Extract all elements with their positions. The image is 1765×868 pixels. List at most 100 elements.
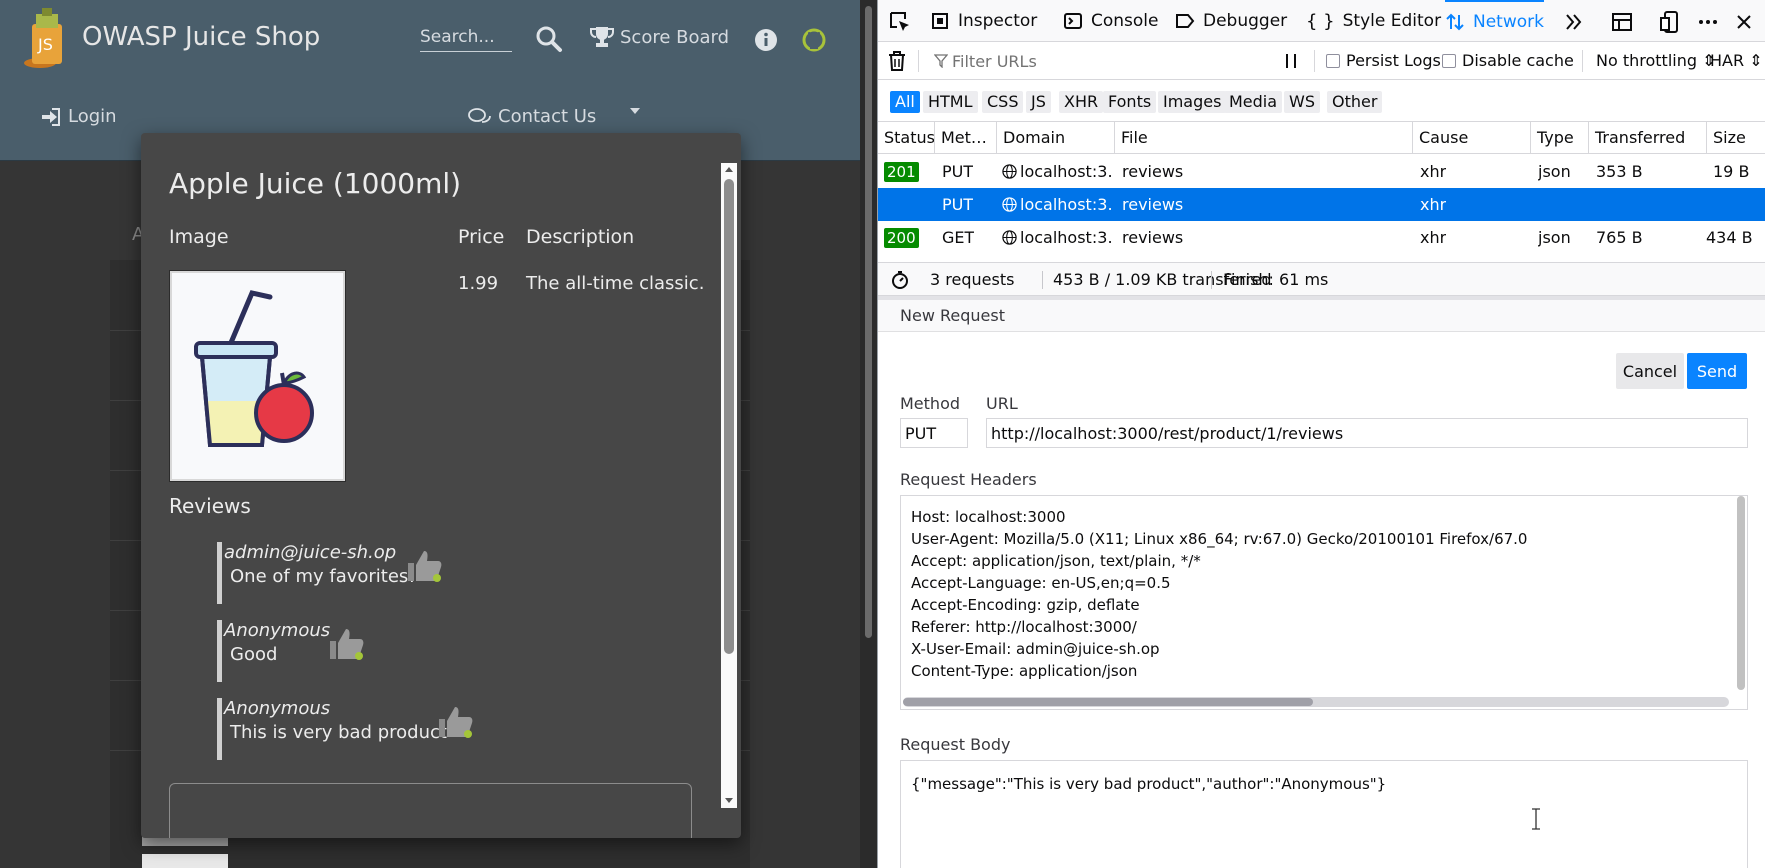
nav-dropdown-button[interactable] bbox=[622, 100, 648, 134]
table-row[interactable]: 200 GET localhost:3… reviews xhr json 76… bbox=[878, 221, 1765, 254]
dialog-scrollbar[interactable] bbox=[721, 163, 737, 808]
page-scrollbar[interactable] bbox=[860, 0, 877, 868]
type-filter-css[interactable]: CSS bbox=[982, 91, 1024, 113]
request-domain: localhost:3… bbox=[1020, 162, 1112, 181]
more-options-icon[interactable] bbox=[1696, 10, 1720, 34]
tab-inspector[interactable]: Inspector bbox=[930, 0, 1037, 42]
review-message: One of my favorites! bbox=[230, 566, 416, 587]
type-filter-ws[interactable]: WS bbox=[1284, 91, 1320, 113]
request-body-textarea[interactable]: {"message":"This is very bad product","a… bbox=[900, 760, 1748, 868]
type-filter-html[interactable]: HTML bbox=[923, 91, 978, 113]
product-description: The all-time classic. bbox=[526, 273, 705, 294]
app-title[interactable]: OWASP Juice Shop bbox=[82, 22, 320, 52]
debugger-icon bbox=[1176, 14, 1195, 28]
disable-cache-checkbox[interactable]: Disable cache bbox=[1442, 51, 1574, 70]
split-console-icon[interactable] bbox=[1610, 10, 1634, 34]
request-transferred: 353 B bbox=[1596, 162, 1643, 181]
request-size: 434 B bbox=[1706, 228, 1753, 247]
type-filter-xhr[interactable]: XHR bbox=[1059, 91, 1104, 113]
tab-label: Style Editor bbox=[1342, 11, 1442, 31]
dialog-scrollbar-thumb[interactable] bbox=[724, 179, 734, 654]
send-button[interactable]: Send bbox=[1687, 353, 1747, 389]
column-transferred[interactable]: Transferred bbox=[1588, 122, 1706, 154]
filter-urls-input[interactable] bbox=[930, 46, 1310, 76]
table-row[interactable]: 201 PUT localhost:3… reviews xhr json 35… bbox=[878, 155, 1765, 188]
request-type: json bbox=[1538, 228, 1571, 247]
product-image bbox=[169, 270, 346, 482]
column-domain[interactable]: Domain bbox=[996, 122, 1114, 154]
headers-horizontal-scrollbar[interactable] bbox=[903, 697, 1729, 707]
info-icon[interactable] bbox=[754, 28, 778, 52]
column-file[interactable]: File bbox=[1114, 122, 1412, 154]
scrollbar-thumb[interactable] bbox=[903, 698, 1313, 706]
console-icon bbox=[1064, 13, 1082, 29]
request-size: 19 B bbox=[1713, 162, 1750, 181]
close-icon[interactable] bbox=[1732, 10, 1756, 34]
thumbs-up-icon[interactable] bbox=[437, 701, 477, 741]
scrollbar-thumb[interactable] bbox=[1737, 496, 1745, 690]
tab-network[interactable]: Network bbox=[1445, 0, 1544, 42]
request-domain-cell: localhost:3… bbox=[1002, 188, 1112, 221]
url-field[interactable] bbox=[986, 418, 1748, 448]
request-headers-textarea[interactable]: Host: localhost:3000 User-Agent: Mozilla… bbox=[900, 495, 1748, 710]
trash-icon[interactable] bbox=[886, 49, 908, 73]
scroll-down-arrow-icon[interactable] bbox=[723, 794, 735, 808]
type-filter-other[interactable]: Other bbox=[1327, 91, 1383, 113]
braces-icon: { } bbox=[1306, 10, 1335, 32]
responsive-design-icon[interactable] bbox=[1658, 10, 1682, 34]
persist-logs-checkbox[interactable]: Persist Logs bbox=[1326, 51, 1441, 70]
column-type[interactable]: Type bbox=[1530, 122, 1588, 154]
globe-icon bbox=[1002, 197, 1017, 212]
dialog-content: Apple Juice (1000ml) Image Price Descrip… bbox=[141, 133, 721, 838]
column-header-image: Image bbox=[169, 226, 229, 248]
type-filter-js[interactable]: JS bbox=[1026, 91, 1051, 113]
column-cause[interactable]: Cause bbox=[1412, 122, 1530, 154]
request-cause: xhr bbox=[1420, 195, 1447, 214]
tab-style-editor[interactable]: { } Style Editor bbox=[1306, 0, 1441, 42]
pause-icon[interactable] bbox=[1280, 50, 1302, 72]
search-input[interactable] bbox=[420, 22, 512, 52]
login-link[interactable]: Login bbox=[40, 106, 117, 127]
tab-debugger[interactable]: Debugger bbox=[1175, 0, 1287, 42]
column-size[interactable]: Size bbox=[1706, 122, 1765, 154]
type-filter-fonts[interactable]: Fonts bbox=[1103, 91, 1157, 113]
score-board-link[interactable]: Score Board bbox=[590, 26, 729, 48]
search-icon[interactable] bbox=[534, 24, 564, 54]
checkbox-box bbox=[1442, 53, 1456, 68]
juice-shop-logo-icon[interactable]: JS bbox=[22, 6, 80, 70]
status-badge: 201 bbox=[884, 162, 919, 182]
request-type-filter: All HTML CSS JS XHR Fonts Images Media W… bbox=[878, 80, 1765, 122]
contact-us-link[interactable]: Contact Us bbox=[468, 106, 596, 127]
type-filter-media[interactable]: Media bbox=[1224, 91, 1283, 113]
thumbs-up-icon[interactable] bbox=[406, 545, 446, 585]
table-row-selected[interactable]: PUT localhost:3… reviews xhr bbox=[878, 188, 1765, 221]
tab-console[interactable]: Console bbox=[1063, 0, 1159, 42]
thumbs-up-icon[interactable] bbox=[328, 623, 368, 663]
product-details-dialog: Apple Juice (1000ml) Image Price Descrip… bbox=[141, 133, 741, 838]
cancel-button[interactable]: Cancel bbox=[1616, 353, 1684, 389]
inspector-icon bbox=[932, 13, 948, 29]
header-line: User-Agent: Mozilla/5.0 (X11; Linux x86_… bbox=[911, 530, 1528, 548]
type-filter-all[interactable]: All bbox=[890, 91, 920, 113]
throttling-select[interactable]: No throttling ⇕ bbox=[1596, 51, 1716, 70]
request-file: reviews bbox=[1122, 228, 1184, 247]
request-method: PUT bbox=[942, 162, 974, 181]
new-request-title: New Request bbox=[900, 306, 1005, 325]
type-filter-images[interactable]: Images bbox=[1158, 91, 1227, 113]
network-summary-bar: 3 requests 453 B / 1.09 KB transferred F… bbox=[878, 262, 1765, 296]
column-header-description: Description bbox=[526, 226, 635, 248]
more-tools-chevron-icon[interactable] bbox=[1562, 10, 1586, 34]
method-field[interactable] bbox=[900, 418, 968, 448]
tab-label: Console bbox=[1091, 11, 1159, 31]
request-method: PUT bbox=[942, 195, 974, 214]
har-menu-button[interactable]: HAR ⇕ bbox=[1710, 51, 1763, 70]
header-line: X-User-Email: admin@juice-sh.op bbox=[911, 640, 1160, 658]
column-status[interactable]: Status bbox=[878, 122, 934, 154]
headers-vertical-scrollbar[interactable] bbox=[1735, 496, 1745, 692]
scroll-up-arrow-icon[interactable] bbox=[723, 163, 735, 177]
review-textarea[interactable] bbox=[169, 783, 692, 838]
element-picker-icon[interactable] bbox=[888, 10, 912, 34]
github-icon[interactable] bbox=[802, 28, 826, 52]
page-scrollbar-thumb[interactable] bbox=[865, 6, 872, 638]
column-method[interactable]: Met… bbox=[934, 122, 996, 154]
